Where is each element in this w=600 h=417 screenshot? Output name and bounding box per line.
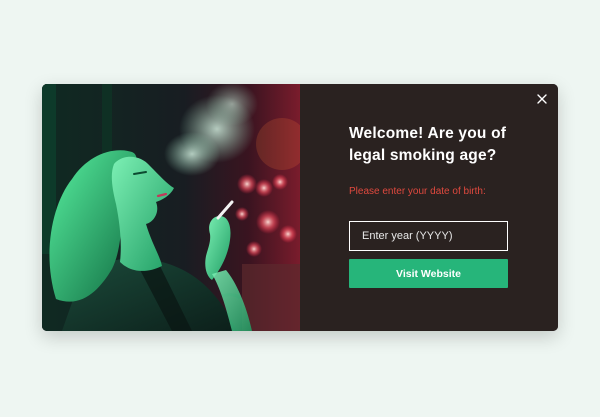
verification-panel: Welcome! Are you of legal smoking age? P… [300, 84, 558, 331]
hero-photo [42, 84, 300, 331]
birth-year-input[interactable] [349, 221, 508, 251]
date-of-birth-prompt: Please enter your date of birth: [349, 186, 486, 197]
close-icon [537, 94, 547, 104]
age-verification-modal: Welcome! Are you of legal smoking age? P… [42, 84, 558, 331]
visit-website-button[interactable]: Visit Website [349, 259, 508, 288]
close-button[interactable] [535, 92, 549, 106]
modal-title: Welcome! Are you of legal smoking age? [349, 125, 507, 164]
woman-smoking-photo [42, 84, 300, 331]
